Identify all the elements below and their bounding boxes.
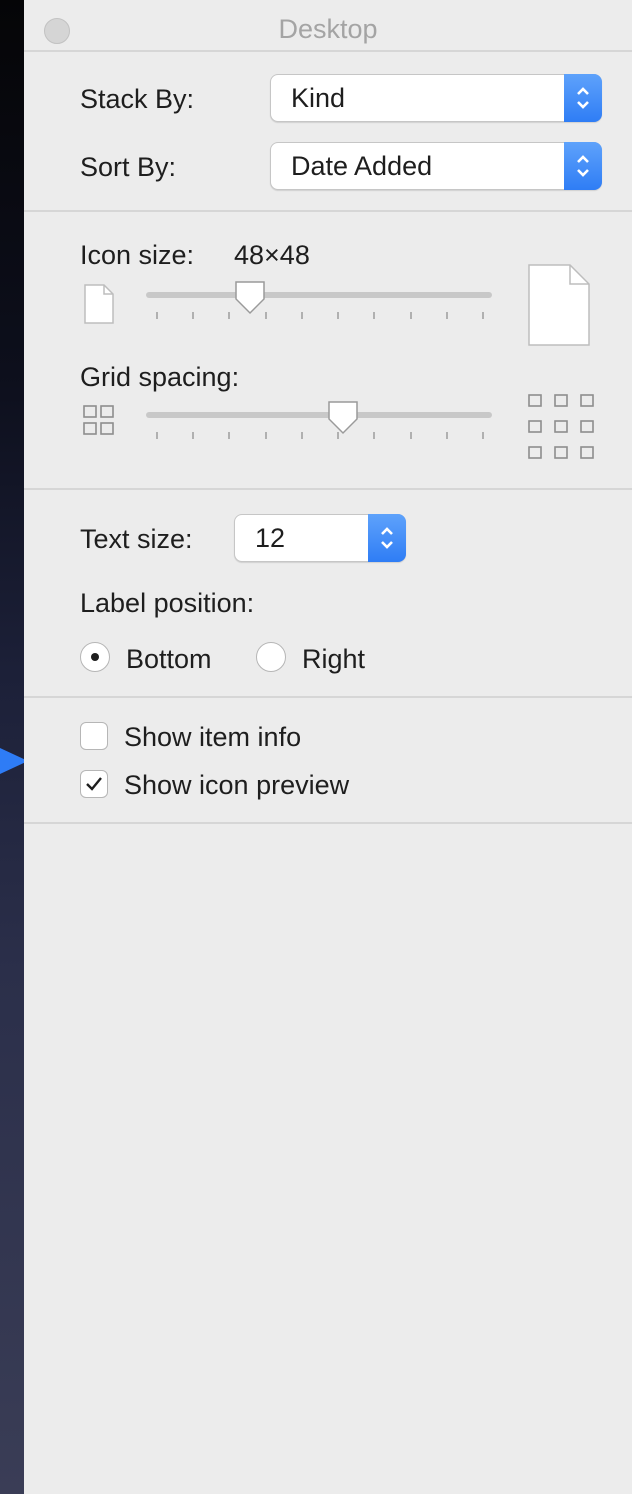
sort-by-chevron-icon: [564, 142, 602, 190]
text-size-label: Text size:: [80, 524, 193, 554]
grid-spacing-slider-tick: [373, 432, 376, 439]
tight-grid-icon: [83, 405, 114, 435]
icon-size-slider-tick: [373, 312, 376, 319]
grid-spacing-slider-tick: [192, 432, 195, 439]
checkmark-icon: [86, 777, 102, 791]
grid-spacing-slider-track: [146, 412, 492, 418]
view-options-panel: Desktop Stack By: Kind Sort By: Date Add…: [24, 0, 632, 1494]
grid-spacing-label: Grid spacing:: [80, 362, 240, 392]
size-section: Icon size: 48×48 Grid spacing:: [24, 212, 632, 490]
grid-spacing-slider-tick: [156, 432, 158, 439]
radio-bottom[interactable]: [80, 642, 110, 672]
wide-grid-icon: [528, 394, 594, 459]
icon-size-slider-track: [146, 292, 492, 298]
sort-by-popup[interactable]: Date Added: [270, 142, 602, 190]
window-title: Desktop: [278, 14, 378, 44]
small-document-icon: [84, 284, 114, 324]
title-bar: Desktop: [24, 0, 632, 52]
show-icon-preview-checkbox[interactable]: [80, 770, 108, 798]
icon-size-slider-tick: [228, 312, 231, 319]
radio-right[interactable]: [256, 642, 286, 672]
icon-size-slider-tick: [337, 312, 340, 319]
icon-size-slider-tick: [445, 312, 448, 319]
icon-size-label: Icon size:: [80, 240, 195, 270]
arrange-section: Stack By: Kind Sort By: Date Added: [24, 52, 632, 212]
stack-by-value: Kind: [291, 83, 346, 113]
radio-right-label: Right: [302, 644, 366, 674]
stack-by-label: Stack By:: [80, 84, 195, 114]
grid-spacing-slider-tick: [445, 432, 448, 439]
icon-size-slider-tick: [482, 312, 484, 319]
show-icon-preview-label: Show icon preview: [124, 770, 350, 800]
stack-by-popup[interactable]: Kind: [270, 74, 602, 122]
text-size-chevron-icon: [368, 514, 406, 562]
grid-spacing-slider-tick: [300, 432, 303, 439]
grid-spacing-slider[interactable]: [146, 401, 492, 452]
icon-size-value: 48×48: [234, 240, 310, 270]
radio-bottom-label: Bottom: [126, 644, 212, 674]
grid-spacing-slider-tick: [228, 432, 231, 439]
icon-size-slider[interactable]: [146, 281, 492, 332]
text-section: Text size: 12 Label position: Bottom Rig…: [24, 490, 632, 698]
grid-spacing-slider-tick: [264, 432, 267, 439]
grid-spacing-slider-tick: [409, 432, 412, 439]
text-size-value: 12: [255, 523, 286, 553]
stack-by-chevron-icon: [564, 74, 602, 122]
icon-size-slider-tick: [192, 312, 195, 319]
label-position-title: Label position:: [80, 588, 255, 618]
icon-size-slider-tick: [156, 312, 158, 319]
show-item-info-checkbox[interactable]: [80, 722, 108, 750]
icon-size-slider-knob[interactable]: [233, 280, 267, 316]
show-item-info-label: Show item info: [124, 722, 302, 752]
checkbox-section: Show item info Show icon preview: [24, 698, 632, 824]
icon-size-slider-tick: [409, 312, 412, 319]
grid-spacing-slider-tick: [482, 432, 484, 439]
grid-spacing-slider-knob[interactable]: [326, 400, 360, 436]
text-size-popup[interactable]: 12: [234, 514, 406, 562]
sort-by-value: Date Added: [291, 151, 433, 181]
radio-bottom-dot: [91, 653, 99, 661]
large-document-icon: [528, 264, 590, 346]
icon-size-slider-tick: [300, 312, 303, 319]
sort-by-label: Sort By:: [80, 152, 177, 182]
